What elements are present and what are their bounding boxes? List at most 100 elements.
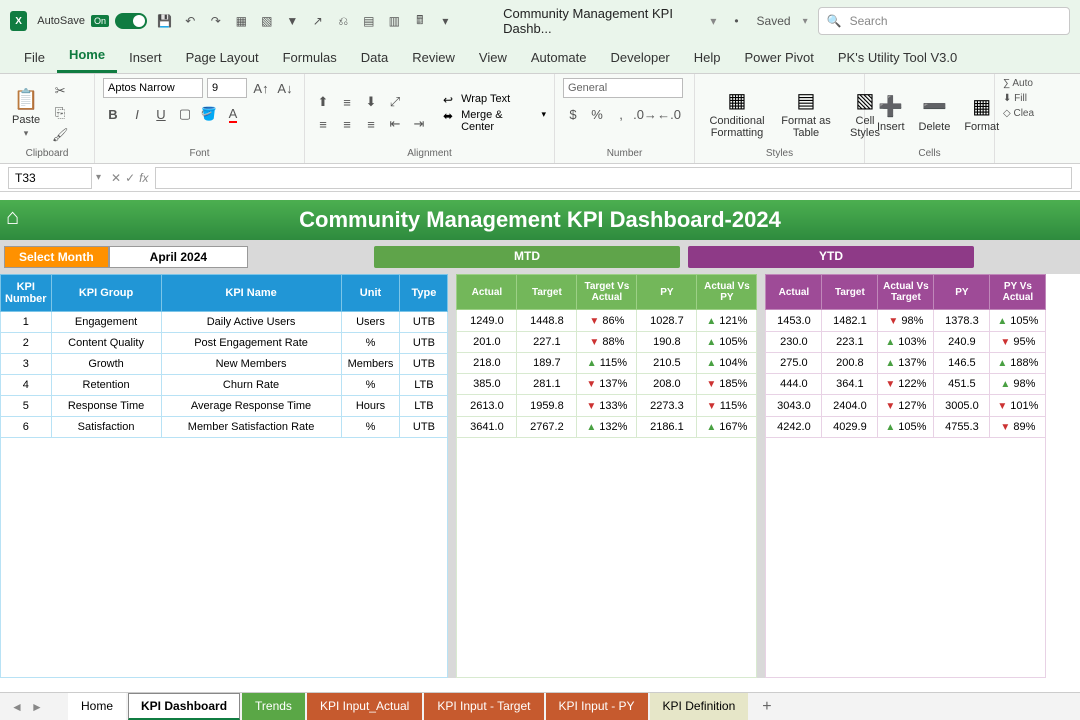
decrease-indent-icon[interactable]: ⇤ [385,114,405,134]
autosum-button[interactable]: ∑ Auto [1003,78,1033,89]
cancel-formula-icon[interactable]: ✕ [111,171,121,185]
format-as-table-button[interactable]: ▤Format as Table [777,86,835,141]
formula-input[interactable] [155,167,1073,189]
ribbon-tab-power-pivot[interactable]: Power Pivot [733,44,826,73]
share-icon[interactable]: ↗ [310,12,326,30]
currency-icon[interactable]: $ [563,104,583,124]
border-icon[interactable]: ▢ [175,104,195,124]
sheet-tab-kpi-input-target[interactable]: KPI Input - Target [424,693,543,720]
search-input[interactable]: 🔍 Search [818,7,1070,35]
saved-dropdown-icon[interactable]: ▾ [803,16,808,27]
align-middle-icon[interactable]: ≡ [337,92,357,112]
table-row[interactable]: 4RetentionChurn Rate%LTB [1,375,448,396]
table-row[interactable]: 1EngagementDaily Active UsersUsersUTB [1,312,448,333]
chart-icon[interactable]: ▧ [259,12,275,30]
table-row[interactable]: 444.0364.1▼ 122%451.5▲ 98% [766,374,1046,395]
align-left-icon[interactable]: ≡ [313,114,333,134]
conditional-formatting-button[interactable]: ▦Conditional Formatting [703,86,771,141]
orientation-icon[interactable]: ⤢ [385,92,405,112]
merge-center-button[interactable]: ⬌Merge & Center▾ [443,109,546,133]
fill-button[interactable]: ⬇ Fill [1003,93,1027,104]
undo-icon[interactable]: ↶ [182,12,198,30]
table-row[interactable]: 3641.02767.2▲ 132%2186.1▲ 167% [457,416,757,437]
ungroup-icon[interactable]: ⎌ [336,12,352,30]
ribbon-tab-insert[interactable]: Insert [117,44,174,73]
dropdown-icon[interactable]: ▥ [387,12,403,30]
clear-button[interactable]: ◇ Clea [1003,108,1034,119]
table-row[interactable]: 4242.04029.9▲ 105%4755.3▼ 89% [766,416,1046,437]
ribbon-tab-page-layout[interactable]: Page Layout [174,44,271,73]
table-row[interactable]: 1249.01448.8▼ 86%1028.7▲ 121% [457,310,757,331]
worksheet-area[interactable]: ⌂ Community Management KPI Dashboard-202… [0,200,1080,692]
add-sheet-button[interactable]: + [762,698,771,716]
increase-font-icon[interactable]: A↑ [251,78,271,98]
increase-decimal-icon[interactable]: .0→ [635,104,655,124]
table-row[interactable]: 218.0189.7▲ 115%210.5▲ 104% [457,352,757,373]
filter-icon[interactable]: ▼ [285,12,301,30]
ribbon-tab-file[interactable]: File [12,44,57,73]
ribbon-tab-formulas[interactable]: Formulas [271,44,349,73]
decrease-font-icon[interactable]: A↓ [275,78,295,98]
sheet-tab-home[interactable]: Home [68,693,126,720]
font-color-icon[interactable]: A [223,104,243,124]
align-bottom-icon[interactable]: ⬇ [361,92,381,112]
table-row[interactable]: 5Response TimeAverage Response TimeHours… [1,396,448,417]
cut-icon[interactable]: ✂ [50,81,70,101]
table-icon[interactable]: ▤ [361,12,377,30]
table-row[interactable]: 3GrowthNew MembersMembersUTB [1,354,448,375]
redo-icon[interactable]: ↷ [208,12,224,30]
insert-cells-button[interactable]: ➕Insert [873,92,909,135]
enter-formula-icon[interactable]: ✓ [125,171,135,185]
underline-button[interactable]: U [151,104,171,124]
delete-cells-button[interactable]: ➖Delete [915,92,955,135]
title-dropdown-icon[interactable]: ▾ [710,14,716,28]
ribbon-tab-developer[interactable]: Developer [599,44,682,73]
table-row[interactable]: 2613.01959.8▼ 133%2273.3▼ 115% [457,395,757,416]
sheet-tab-kpi-input-actual[interactable]: KPI Input_Actual [307,693,422,720]
ribbon-tab-automate[interactable]: Automate [519,44,599,73]
ribbon-tab-home[interactable]: Home [57,41,117,73]
document-title[interactable]: Community Management KPI Dashb... [503,6,694,36]
font-size-select[interactable] [207,78,247,98]
align-center-icon[interactable]: ≡ [337,114,357,134]
save-icon[interactable]: 💾 [157,12,173,30]
name-box[interactable] [8,167,92,189]
decrease-decimal-icon[interactable]: ←.0 [659,104,679,124]
fx-icon[interactable]: fx [139,171,148,185]
autosave-toggle[interactable]: AutoSave On [37,13,147,29]
tab-nav-next-icon[interactable]: ► [28,700,46,714]
sheet-tab-trends[interactable]: Trends [242,693,305,720]
tab-nav-prev-icon[interactable]: ◄ [8,700,26,714]
bold-button[interactable]: B [103,104,123,124]
table-row[interactable]: 2Content QualityPost Engagement Rate%UTB [1,333,448,354]
ribbon-tab-pk-s-utility-tool-v3-0[interactable]: PK's Utility Tool V3.0 [826,44,969,73]
table-row[interactable]: 6SatisfactionMember Satisfaction Rate%UT… [1,417,448,438]
sheet-tab-kpi-definition[interactable]: KPI Definition [650,693,749,720]
increase-indent-icon[interactable]: ⇥ [409,114,429,134]
table-row[interactable]: 385.0281.1▼ 137%208.0▼ 185% [457,374,757,395]
table-row[interactable]: 1453.01482.1▼ 98%1378.3▲ 105% [766,310,1046,331]
paste-button[interactable]: 📋 Paste ▾ [8,85,44,141]
font-name-select[interactable] [103,78,203,98]
number-format-select[interactable] [563,78,683,98]
table-row[interactable]: 230.0223.1▲ 103%240.9▼ 95% [766,331,1046,352]
fill-color-icon[interactable]: 🪣 [199,104,219,124]
ribbon-tab-data[interactable]: Data [349,44,400,73]
copy-icon[interactable]: ⎘ [50,103,70,123]
namebox-dropdown-icon[interactable]: ▾ [96,172,101,183]
toggle-switch-icon[interactable] [115,13,147,29]
home-icon[interactable]: ⌂ [6,204,36,234]
wrap-text-button[interactable]: ↩Wrap Text [443,93,546,107]
align-top-icon[interactable]: ⬆ [313,92,333,112]
month-selector[interactable]: April 2024 [109,246,248,268]
sheet-tab-kpi-dashboard[interactable]: KPI Dashboard [128,693,240,720]
table-row[interactable]: 3043.02404.0▼ 127%3005.0▼ 101% [766,395,1046,416]
align-right-icon[interactable]: ≡ [361,114,381,134]
ribbon-tab-view[interactable]: View [467,44,519,73]
percent-icon[interactable]: % [587,104,607,124]
comma-icon[interactable]: , [611,104,631,124]
format-painter-icon[interactable]: 🖌 [50,125,70,145]
sheet-tab-kpi-input-py[interactable]: KPI Input - PY [546,693,648,720]
table-row[interactable]: 275.0200.8▲ 137%146.5▲ 188% [766,352,1046,373]
calc-icon[interactable]: 🖩 [412,12,428,30]
